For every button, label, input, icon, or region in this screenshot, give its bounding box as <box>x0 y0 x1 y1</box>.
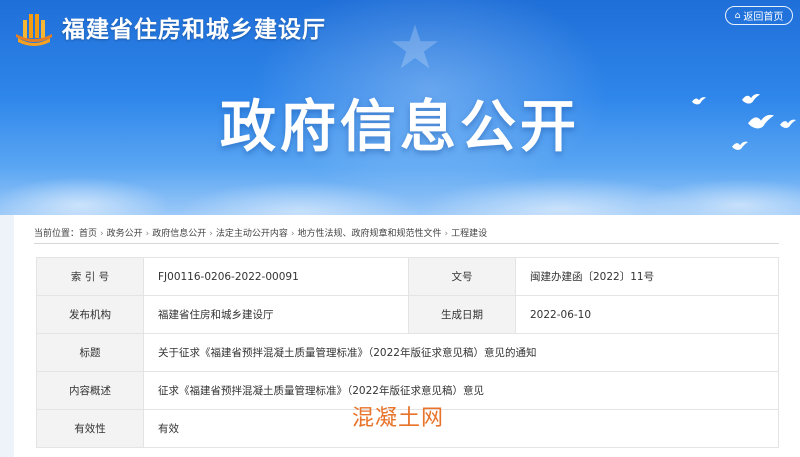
breadcrumb-separator: › <box>209 229 213 239</box>
title-label: 标题 <box>36 333 144 372</box>
breadcrumb-separator: › <box>290 229 295 239</box>
breadcrumb: 当前位置：首页 › 政务公开 › 政府信息公开 › 法定主动公开内容 › 地方性法规、政府规章和… <box>34 226 487 239</box>
breadcrumb-item-info-disclosure[interactable]: 政府信息公开 <box>152 229 206 239</box>
dove-icon <box>732 141 748 150</box>
table-row: 索 引 号 FJ00116-0206-2022-00091 文号 闽建办建函〔2… <box>36 257 779 296</box>
publisher-label: 发布机构 <box>36 295 144 334</box>
validity-label: 有效性 <box>36 409 144 448</box>
title-value: 关于征求《福建省预拌混凝土质量管理标准》（2022年版征求意见稿）意见的通知 <box>143 333 779 372</box>
index-value: FJ00116-0206-2022-00091 <box>143 257 409 296</box>
star-emblem-icon: ★ <box>388 13 442 83</box>
doc-no-label: 文号 <box>408 257 516 296</box>
breadcrumb-divider <box>34 243 779 244</box>
watermark-text: 混凝土网 <box>352 406 445 431</box>
doc-no-value: 闽建办建函〔2022〕11号 <box>515 257 779 296</box>
index-label: 索 引 号 <box>36 257 144 296</box>
page-headline: 政府信息公开 <box>220 95 580 160</box>
breadcrumb-prefix: 当前位置： <box>34 229 80 239</box>
summary-value: 征求《福建省预拌混凝土质量管理标准》（2022年版征求意见稿）意见 <box>143 371 779 410</box>
header-banner: ★ 福建省住房和城乡建设厅 ⌂ 返回首页 政府信息公开 <box>0 0 800 215</box>
validity-value: 有效 <box>143 409 779 448</box>
publisher-value: 福建省住房和城乡建设厅 <box>143 295 409 334</box>
dove-icon <box>742 94 760 104</box>
dove-icon <box>748 114 774 129</box>
breadcrumb-separator: › <box>444 229 449 239</box>
breadcrumb-separator: › <box>145 229 150 239</box>
breadcrumb-item-statutory-content[interactable]: 法定主动公开内容 <box>216 229 288 239</box>
dove-icon <box>692 97 706 105</box>
table-row: 发布机构 福建省住房和城乡建设厅 生成日期 2022-06-10 <box>36 295 779 334</box>
table-row: 标题 关于征求《福建省预拌混凝土质量管理标准》（2022年版征求意见稿）意见的通… <box>36 333 779 372</box>
back-home-button[interactable]: ⌂ 返回首页 <box>725 6 793 25</box>
home-icon: ⌂ <box>734 10 741 21</box>
content-panel: 当前位置：首页 › 政务公开 › 政府信息公开 › 法定主动公开内容 › 地方性法规、政府规章和… <box>14 215 800 457</box>
breadcrumb-item-government-affairs[interactable]: 政务公开 <box>107 229 143 239</box>
date-label: 生成日期 <box>408 295 516 334</box>
site-logo-icon[interactable] <box>14 8 54 48</box>
dove-icon <box>780 119 796 128</box>
back-home-label: 返回首页 <box>743 12 784 23</box>
breadcrumb-item-engineering[interactable]: 工程建设 <box>451 229 487 239</box>
breadcrumb-separator: › <box>100 229 104 239</box>
breadcrumb-item-home[interactable]: 首页 <box>79 229 97 239</box>
summary-label: 内容概述 <box>36 371 144 410</box>
breadcrumb-item-regulations[interactable]: 地方性法规、政府规章和规范性文件 <box>298 229 442 239</box>
site-title[interactable]: 福建省住房和城乡建设厅 <box>62 10 326 44</box>
date-value: 2022-06-10 <box>515 295 779 334</box>
